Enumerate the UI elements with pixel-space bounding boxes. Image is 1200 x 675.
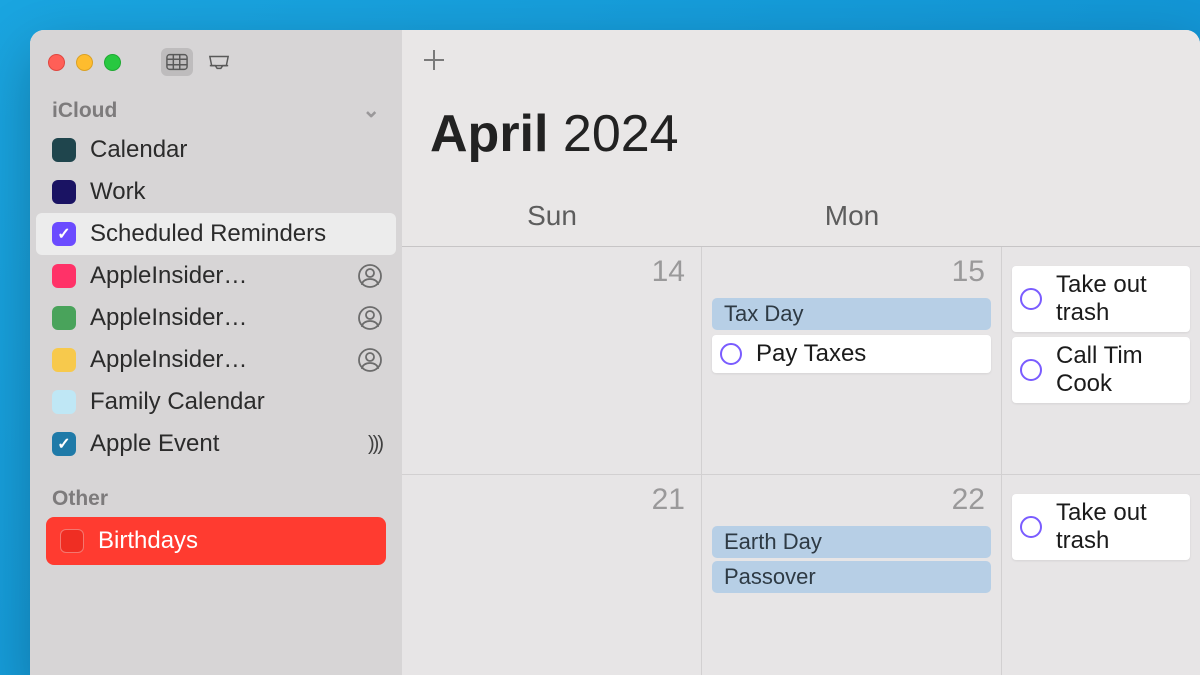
calendar-color-swatch [60,529,84,553]
sidebar-item-appleinsider-3[interactable]: AppleInsider… [30,339,402,381]
reminder-item[interactable]: Take out trash [1012,266,1190,332]
calendar-color-swatch [52,348,76,372]
reminder-circle-icon[interactable] [720,343,742,365]
calendar-name: AppleInsider… [90,262,344,290]
calendar-color-swatch [52,264,76,288]
close-icon[interactable] [48,54,65,71]
reminder-item[interactable]: Pay Taxes [712,335,991,373]
year-label: 2024 [563,105,679,163]
calendar-color-swatch [52,180,76,204]
calendar-grid-icon[interactable] [161,48,193,76]
sidebar-item-appleinsider-1[interactable]: AppleInsider… [30,255,402,297]
calendar-name: Family Calendar [90,388,382,416]
sidebar-section-icloud[interactable]: iCloud ⌄ [30,98,402,129]
calendar-main: April 2024 Sun Mon 14 15 Tax Day Pay Tax… [402,30,1200,675]
day-cell[interactable]: 21 [402,475,702,675]
day-number [1012,483,1190,489]
day-header-mon: Mon [702,192,1002,246]
chevron-down-icon: ⌄ [362,98,380,123]
day-header-row: Sun Mon [402,192,1200,247]
sidebar-item-birthdays[interactable]: Birthdays [46,517,386,565]
day-cell[interactable]: 15 Tax Day Pay Taxes [702,247,1002,475]
window-titlebar [30,40,402,98]
calendar-list: Calendar Work Scheduled Reminders AppleI… [30,129,402,465]
day-cell[interactable]: Take out trash Call Tim Cook [1002,247,1200,475]
shared-icon [358,348,382,372]
traffic-lights [48,54,121,71]
reminder-title: Take out trash [1056,271,1180,327]
sidebar-item-apple-event[interactable]: Apple Event ))) [30,423,402,465]
day-cell[interactable]: 14 [402,247,702,475]
reminder-circle-icon[interactable] [1020,288,1042,310]
calendar-grid: 14 15 Tax Day Pay Taxes Take out trash [402,247,1200,675]
day-header-sun: Sun [402,192,702,246]
calendar-color-swatch [52,138,76,162]
calendar-color-swatch [52,390,76,414]
sidebar: iCloud ⌄ Calendar Work Scheduled Reminde… [30,30,402,675]
day-cell[interactable]: 22 Earth Day Passover [702,475,1002,675]
reminder-circle-icon[interactable] [1020,516,1042,538]
main-toolbar [402,30,1200,90]
add-event-button[interactable] [422,48,446,72]
sidebar-item-family-calendar[interactable]: Family Calendar [30,381,402,423]
all-day-event[interactable]: Passover [712,561,991,593]
sidebar-item-work[interactable]: Work [30,171,402,213]
shared-icon [358,264,382,288]
month-title: April 2024 [402,90,1200,192]
sidebar-section-label: iCloud [52,99,117,123]
day-number: 21 [412,483,691,523]
calendar-name: Birthdays [98,527,372,555]
day-number [1012,255,1190,261]
inbox-icon[interactable] [203,48,235,76]
sidebar-item-appleinsider-2[interactable]: AppleInsider… [30,297,402,339]
sidebar-section-other[interactable]: Other [30,465,402,517]
calendar-color-swatch [52,222,76,246]
calendar-name: Work [90,178,382,206]
minimize-icon[interactable] [76,54,93,71]
calendar-color-swatch [52,306,76,330]
day-header-next [1002,192,1200,246]
reminder-title: Call Tim Cook [1056,342,1180,398]
calendar-window: iCloud ⌄ Calendar Work Scheduled Reminde… [30,30,1200,675]
calendar-name: AppleInsider… [90,346,344,374]
reminder-item[interactable]: Call Tim Cook [1012,337,1190,403]
all-day-event[interactable]: Tax Day [712,298,991,330]
zoom-icon[interactable] [104,54,121,71]
calendar-name: Scheduled Reminders [90,220,376,248]
sidebar-item-scheduled-reminders[interactable]: Scheduled Reminders [36,213,396,255]
reminder-item[interactable]: Take out trash [1012,494,1190,560]
day-number: 22 [712,483,991,523]
day-number: 14 [412,255,691,295]
reminder-title: Pay Taxes [756,340,866,368]
broadcast-icon: ))) [368,433,382,456]
calendar-name: Calendar [90,136,382,164]
month-label: April [430,105,548,163]
calendar-name: AppleInsider… [90,304,344,332]
calendar-name: Apple Event [90,430,354,458]
shared-icon [358,306,382,330]
all-day-event[interactable]: Earth Day [712,526,991,558]
calendar-color-swatch [52,432,76,456]
day-number: 15 [712,255,991,295]
day-cell[interactable]: Take out trash [1002,475,1200,675]
reminder-circle-icon[interactable] [1020,359,1042,381]
reminder-title: Take out trash [1056,499,1180,555]
sidebar-item-calendar[interactable]: Calendar [30,129,402,171]
